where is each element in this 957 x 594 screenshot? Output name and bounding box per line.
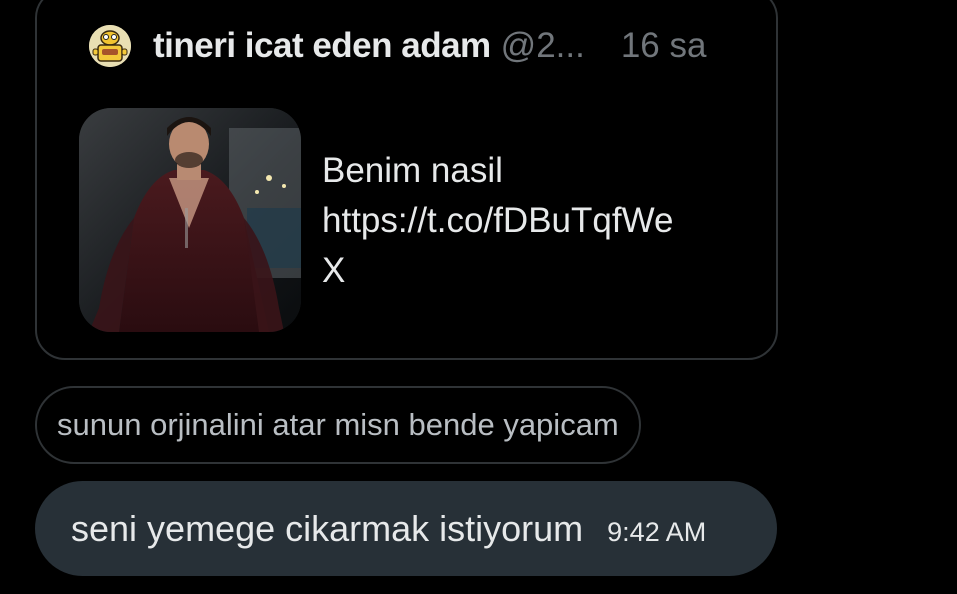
reply-message-bubble[interactable]: sunun orjinalini atar misn bende yapicam <box>35 386 641 464</box>
sent-message-bubble[interactable]: seni yemege cikarmak istiyorum 9:42 AM <box>35 481 777 576</box>
author-display-name[interactable]: tineri icat eden adam <box>153 26 491 66</box>
quoted-tweet-text-line: X <box>322 251 346 290</box>
avatar[interactable] <box>89 25 131 67</box>
quoted-tweet-text-line: Benim nasil <box>322 151 503 190</box>
quoted-tweet-card[interactable]: tineri icat eden adam @2... 16 sa Benim … <box>35 0 778 360</box>
message-timestamp: 9:42 AM <box>607 517 707 547</box>
tweet-media-thumbnail[interactable] <box>79 108 301 332</box>
dm-conversation: tineri icat eden adam @2... 16 sa Benim … <box>0 0 957 594</box>
tweet-timestamp: 16 sa <box>620 26 707 65</box>
yellow-cartoon-character-icon <box>89 25 131 67</box>
quoted-tweet-text: Benim nasil https://t.co/fDBuTqfWe X <box>322 146 752 296</box>
sent-message-text: seni yemege cikarmak istiyorum <box>71 507 584 549</box>
photo-thumbnail <box>79 108 301 332</box>
reply-message-text: sunun orjinalini atar misn bende yapicam <box>57 407 619 442</box>
quoted-tweet-link[interactable]: https://t.co/fDBuTqfWe <box>322 196 752 246</box>
author-handle[interactable]: @2... <box>501 26 585 66</box>
quoted-tweet-header: tineri icat eden adam @2... 16 sa <box>89 18 706 74</box>
